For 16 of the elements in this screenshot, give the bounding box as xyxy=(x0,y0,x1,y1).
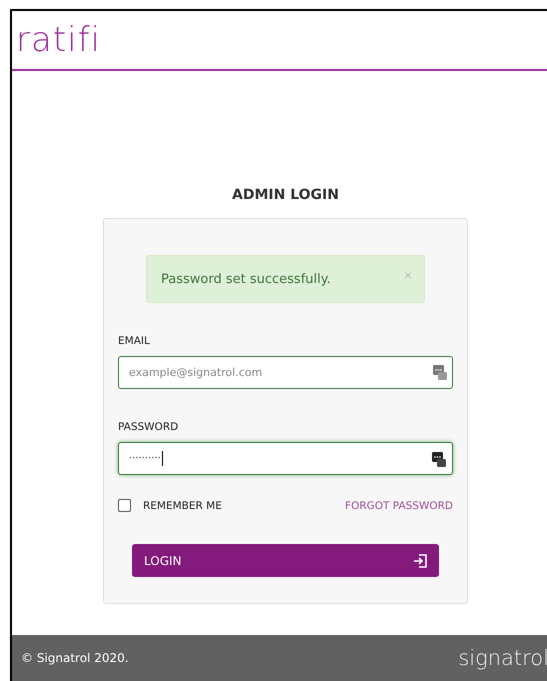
keypad-badge-icon[interactable] xyxy=(432,450,446,466)
login-button[interactable]: LOGIN xyxy=(132,544,439,577)
remember-checkbox[interactable] xyxy=(118,499,131,512)
field-label: PASSWORD xyxy=(118,421,180,433)
page-title: ADMIN LOGIN xyxy=(232,187,339,203)
sign-in-icon xyxy=(413,554,427,568)
copyright-text: © Signatrol 2020. xyxy=(21,651,129,665)
footer-logo: signatrol xyxy=(458,646,547,670)
app-logo: ratifi xyxy=(16,23,102,57)
alert-message: Password set successfully. xyxy=(161,272,331,286)
password-value: ·········· xyxy=(129,453,161,464)
email-field[interactable]: example@signatrol.com xyxy=(118,356,453,389)
password-field[interactable]: ·········· xyxy=(118,442,453,475)
remember-label: REMEMBER ME xyxy=(143,500,222,512)
forgot-password-link[interactable]: FORGOT PASSWORD xyxy=(345,500,453,512)
field-label: EMAIL xyxy=(118,335,151,347)
